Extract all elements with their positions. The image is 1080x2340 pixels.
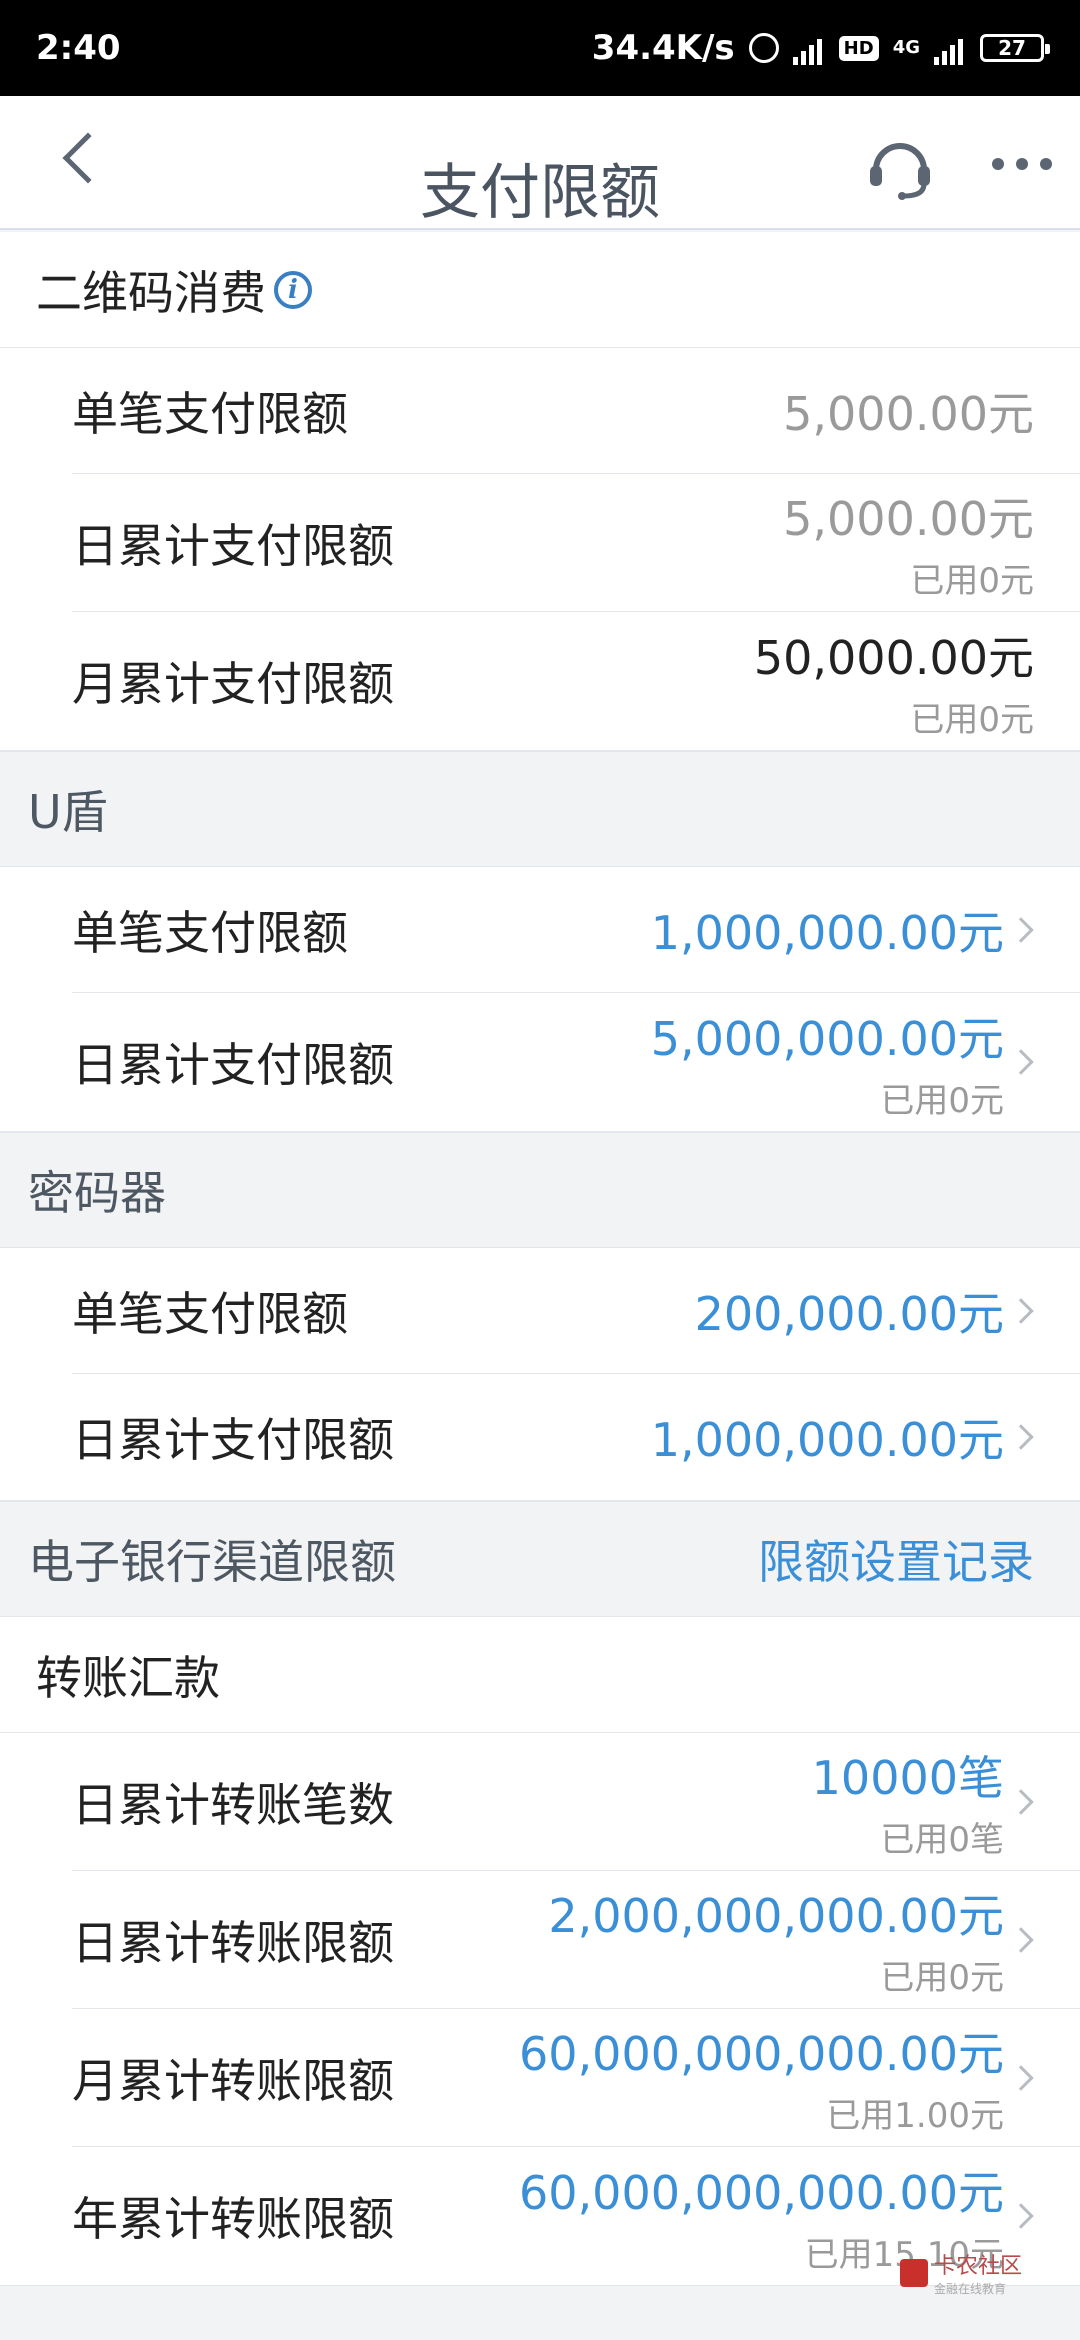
info-icon[interactable]: i (274, 270, 312, 309)
row-label: 月累计转账限额 (72, 2053, 394, 2108)
customer-service-icon[interactable] (866, 132, 934, 200)
content: 二维码消费 i 单笔支付限额 5,000.00元 日累计支付限额 5,000.0… (0, 232, 1080, 2286)
chevron-right-icon (1008, 1926, 1034, 1953)
row-label: 月累计支付限额 (72, 657, 394, 711)
status-bar: 2:40 34.4K/s HD 4G 27 (0, 0, 1080, 96)
section-header-ushield: U盾 (0, 751, 1080, 867)
more-icon[interactable] (992, 158, 1052, 170)
row-value: 2,000,000,000.00元 (548, 1889, 1004, 1943)
section-title: U盾 (28, 785, 108, 839)
row-used: 已用0笔 (880, 1820, 1004, 1860)
limit-row: 日累计支付限额 5,000.00元 已用0元 (72, 474, 1080, 612)
status-icons: 34.4K/s HD 4G 27 (591, 28, 1050, 68)
row-used: 已用1.00元 (826, 2096, 1004, 2136)
row-value: 60,000,000,000.00元 (519, 2027, 1004, 2081)
row-label: 年累计转账限额 (72, 2192, 394, 2246)
row-value: 200,000.00元 (694, 1286, 1004, 1341)
section-title: 密码器 (28, 1166, 166, 1220)
signal-icon-2 (934, 31, 966, 65)
network-speed: 34.4K/s (591, 28, 735, 68)
group-qr: 单笔支付限额 5,000.00元 日累计支付限额 5,000.00元 已用0元 … (0, 348, 1080, 751)
section-title: 转账汇款 (36, 1650, 220, 1705)
limit-row[interactable]: 日累计支付限额 5,000,000.00元 已用0元 (0, 993, 1080, 1131)
nav-bar: 支付限额 (0, 96, 1080, 230)
limit-row[interactable]: 日累计转账限额 2,000,000,000.00元 已用0元 (72, 1871, 1080, 2009)
row-label: 单笔支付限额 (72, 905, 348, 960)
status-time: 2:40 (36, 28, 121, 68)
row-value: 5,000.00元 (783, 492, 1034, 546)
limit-row[interactable]: 日累计转账笔数 10000笔 已用0笔 (72, 1733, 1080, 1871)
watermark: 卡农社区 金融在线教育 (900, 2248, 1022, 2297)
row-label: 日累计支付限额 (72, 518, 394, 573)
row-value: 10000笔 (811, 1751, 1004, 1805)
limit-row[interactable]: 月累计转账限额 60,000,000,000.00元 已用1.00元 (72, 2009, 1080, 2147)
row-label: 日累计转账限额 (72, 1915, 394, 1970)
row-used: 已用0元 (910, 561, 1034, 601)
section-header-qr: 二维码消费 i (0, 232, 1080, 348)
row-value: 5,000.00元 (783, 386, 1034, 441)
watermark-name: 卡农社区 (934, 2254, 1023, 2279)
alarm-icon (748, 33, 779, 63)
chevron-right-icon (1008, 1049, 1034, 1075)
row-value: 50,000.00元 (753, 630, 1034, 685)
row-value: 1,000,000.00元 (650, 905, 1004, 960)
group-transfer: 日累计转账笔数 10000笔 已用0笔 日累计转账限额 2,000,000,00… (0, 1733, 1080, 2286)
chevron-right-icon (1008, 1297, 1034, 1324)
row-label: 日累计转账笔数 (72, 1777, 394, 1832)
section-header-transfer: 转账汇款 (0, 1617, 1080, 1733)
limit-row[interactable]: 日累计支付限额 1,000,000.00元 (0, 1374, 1080, 1500)
chevron-right-icon (1008, 2064, 1034, 2091)
section-title: 电子银行渠道限额 (28, 1535, 396, 1589)
watermark-sub: 金融在线教育 (934, 2282, 1007, 2296)
chevron-right-icon (1008, 1424, 1034, 1450)
chevron-right-icon (1008, 1788, 1034, 1815)
section-header-ebank: 电子银行渠道限额 限额设置记录 (0, 1501, 1080, 1617)
row-used: 已用0元 (880, 1080, 1004, 1121)
row-label: 单笔支付限额 (72, 1286, 348, 1341)
row-used: 已用0元 (880, 1958, 1004, 1998)
row-used: 已用0元 (910, 699, 1034, 740)
group-token: 单笔支付限额 200,000.00元 日累计支付限额 1,000,000.00元 (0, 1248, 1080, 1501)
hd-badge: HD (838, 35, 879, 61)
section-header-token: 密码器 (0, 1132, 1080, 1248)
battery-icon: 27 (980, 34, 1050, 62)
chevron-right-icon (1008, 2203, 1034, 2229)
row-label: 单笔支付限额 (72, 386, 348, 441)
limit-row: 月累计支付限额 50,000.00元 已用0元 (0, 612, 1080, 750)
row-value: 5,000,000.00元 (650, 1011, 1004, 1066)
network-type: 4G (892, 37, 920, 58)
limit-row[interactable]: 单笔支付限额 1,000,000.00元 (72, 867, 1080, 993)
section-title: 二维码消费 (36, 265, 266, 320)
limit-history-link[interactable]: 限额设置记录 (758, 1526, 1034, 1592)
row-label: 日累计支付限额 (72, 1038, 394, 1092)
signal-icon (792, 31, 825, 65)
watermark-logo-icon (900, 2258, 928, 2287)
chevron-right-icon (1008, 916, 1034, 943)
group-ushield: 单笔支付限额 1,000,000.00元 日累计支付限额 5,000,000.0… (0, 867, 1080, 1132)
row-value: 60,000,000,000.00元 (519, 2165, 1004, 2220)
row-label: 日累计支付限额 (72, 1413, 394, 1467)
limit-row[interactable]: 单笔支付限额 200,000.00元 (72, 1248, 1080, 1374)
row-value: 1,000,000.00元 (650, 1413, 1004, 1467)
limit-row: 单笔支付限额 5,000.00元 (72, 348, 1080, 474)
